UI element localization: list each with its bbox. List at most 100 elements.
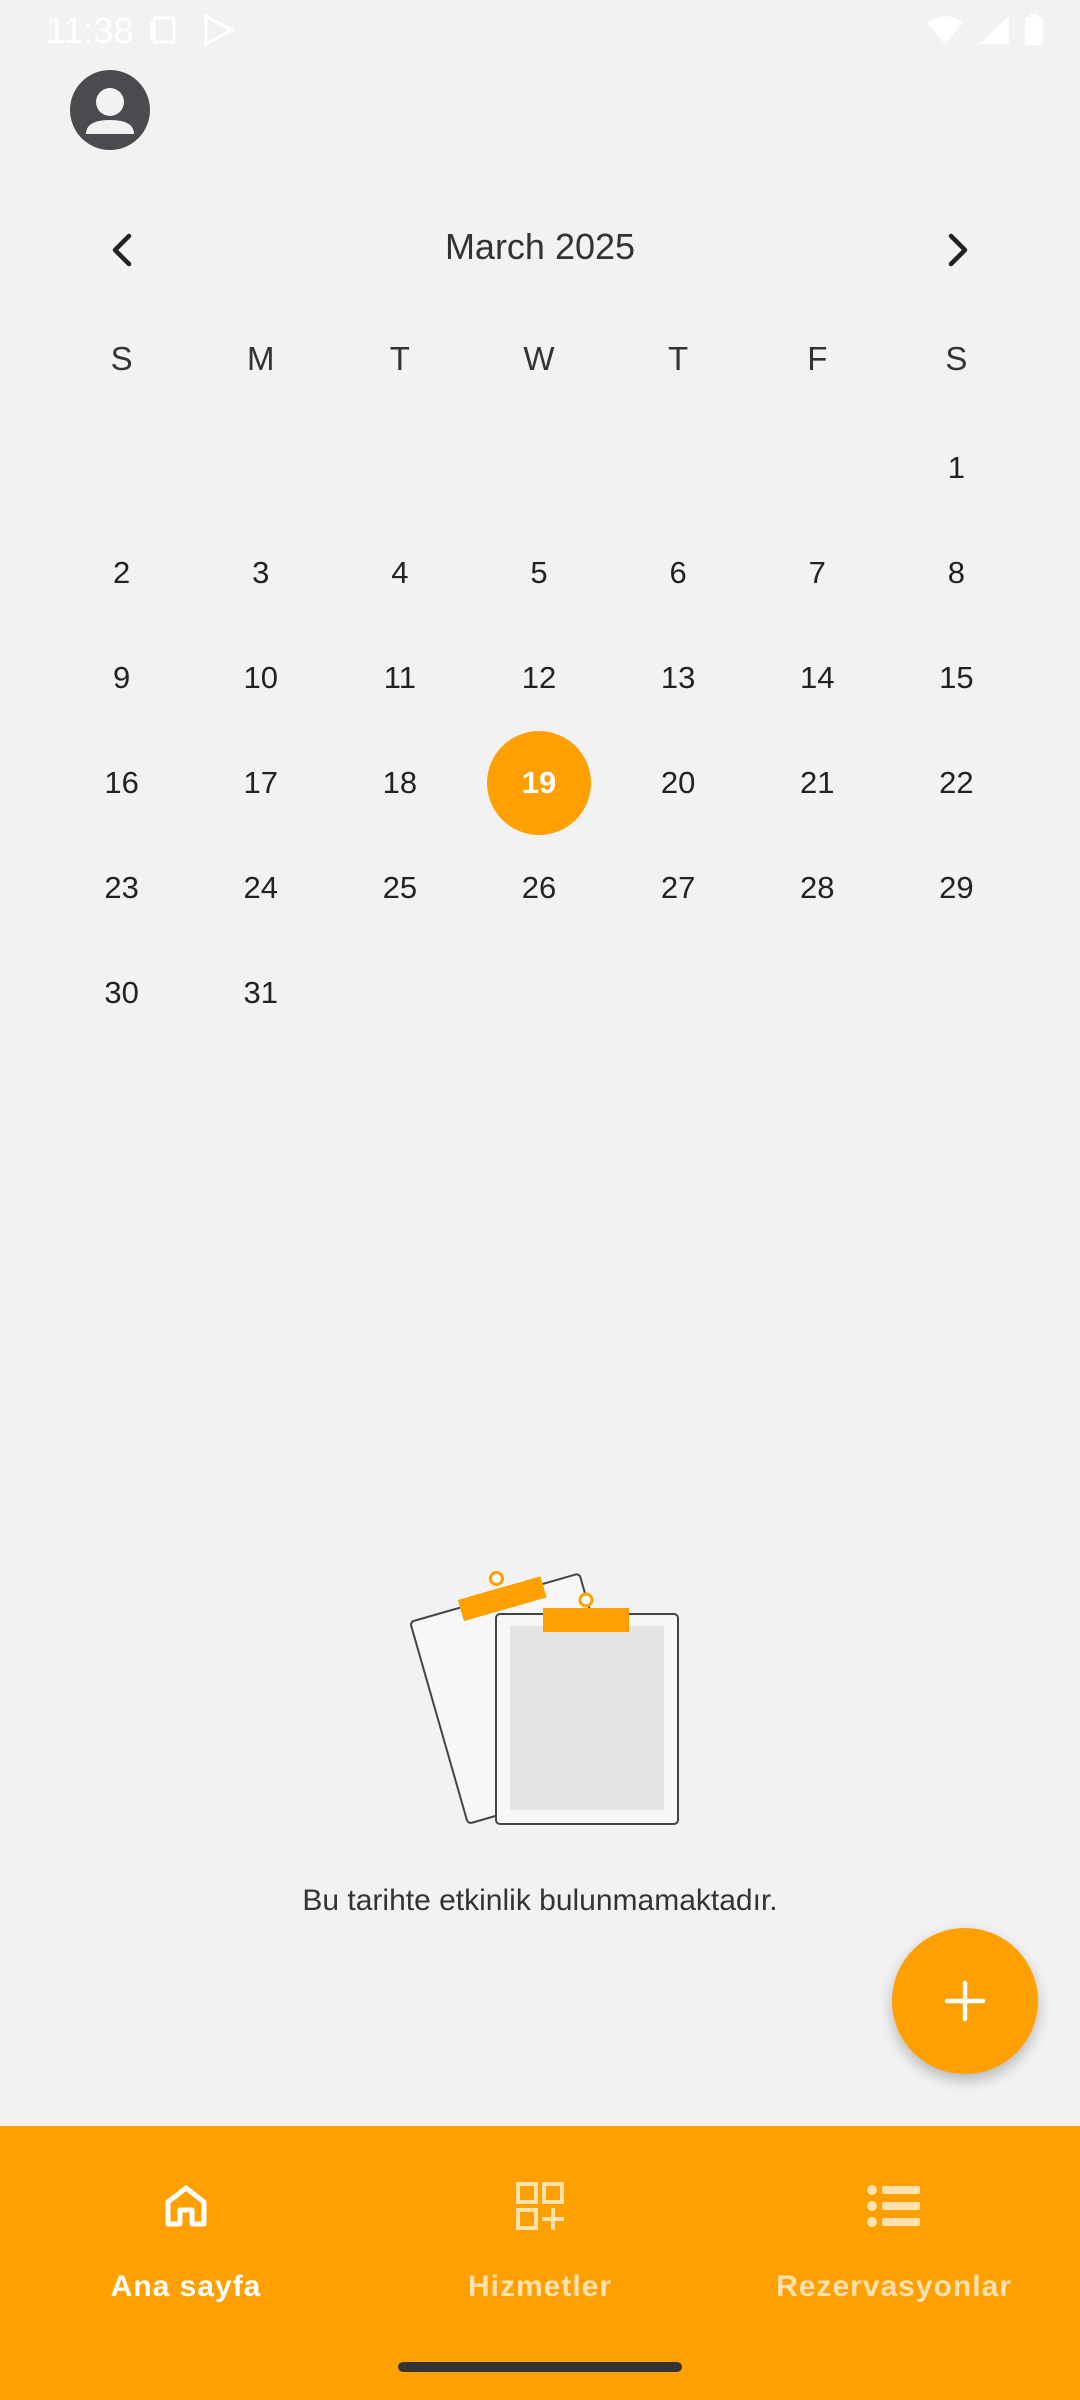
calendar-day-number: 27 [660, 869, 696, 905]
calendar-day-number: 1 [947, 449, 966, 485]
calendar-day-number: 16 [104, 764, 139, 800]
calendar-day-number: 31 [243, 974, 278, 1010]
calendar-day[interactable]: 18 [330, 730, 469, 835]
calendar-day[interactable]: 5 [469, 520, 608, 625]
calendar-day[interactable]: 10 [191, 625, 330, 730]
calendar-day[interactable]: 23 [52, 835, 191, 940]
status-bar: 11:38 [0, 0, 1080, 60]
calendar-day-number: 13 [660, 659, 696, 695]
calendar-day[interactable]: 25 [330, 835, 469, 940]
calendar-day-number: 30 [104, 974, 139, 1010]
empty-clipboard-illustration [410, 1570, 679, 1825]
weekday-label: T [668, 340, 689, 377]
calendar-day-number: 5 [530, 554, 548, 590]
next-month-button[interactable] [928, 220, 988, 280]
calendar-day[interactable]: 3 [191, 520, 330, 625]
calendar-day-number: 4 [391, 554, 409, 590]
weekday-label: M [246, 340, 275, 377]
list-icon [867, 2185, 920, 2227]
screenshot-icon [150, 16, 176, 44]
calendar-day[interactable]: 17 [191, 730, 330, 835]
calendar-day-number: 7 [808, 554, 826, 590]
calendar-day[interactable]: 31 [191, 940, 330, 1045]
weekday-label: F [807, 340, 828, 377]
signal-icon [979, 16, 1009, 44]
calendar-day[interactable]: 30 [52, 940, 191, 1045]
nav-label-services: Hizmetler [467, 2270, 613, 2303]
calendar-day[interactable]: 13 [609, 625, 748, 730]
add-event-button[interactable] [892, 1928, 1038, 2074]
calendar-day-blank [748, 415, 887, 520]
nav-item-services[interactable]: Hizmetler [360, 2174, 720, 2304]
nav-label-reservations: Rezervasyonlar [776, 2270, 1012, 2303]
calendar-day[interactable]: 12 [469, 625, 608, 730]
calendar-day-number: 22 [939, 764, 974, 800]
weekday-label: W [523, 340, 555, 377]
nav-item-home[interactable]: Ana sayfa [6, 2174, 366, 2304]
calendar-day-number: 23 [104, 869, 139, 905]
calendar-day[interactable]: 22 [887, 730, 1026, 835]
calendar-day[interactable]: 28 [748, 835, 887, 940]
calendar-day-number: 8 [947, 554, 966, 590]
calendar-day-number: 2 [112, 554, 131, 590]
calendar-day[interactable]: 2 [52, 520, 191, 625]
calendar-day-blank [469, 415, 608, 520]
calendar-day-number: 18 [382, 764, 418, 800]
calendar-day[interactable]: 8 [887, 520, 1026, 625]
home-icon [165, 2185, 207, 2227]
calendar-day-number: 10 [243, 659, 278, 695]
calendar-day-number: 24 [243, 869, 278, 905]
nav-label-home: Ana sayfa [110, 2270, 262, 2303]
calendar-day[interactable]: 26 [469, 835, 608, 940]
calendar-day-number: 14 [800, 659, 835, 695]
calendar-day-number: 20 [660, 764, 696, 800]
nav-item-reservations[interactable]: Rezervasyonlar [714, 2174, 1074, 2304]
calendar-day[interactable]: 14 [748, 625, 887, 730]
calendar-day[interactable]: 20 [609, 730, 748, 835]
calendar-day[interactable]: 1 [887, 415, 1026, 520]
calendar-day[interactable]: 6 [609, 520, 748, 625]
calendar-day[interactable]: 15 [887, 625, 1026, 730]
wifi-icon [927, 16, 963, 44]
calendar-day-number: 29 [939, 869, 974, 905]
calendar-day[interactable]: 24 [191, 835, 330, 940]
calendar-day-number: 11 [383, 659, 416, 695]
calendar-day-number: 28 [800, 869, 835, 905]
calendar-day[interactable]: 21 [748, 730, 887, 835]
calendar-day-grid: 1 2 3 4 5 6 7 8 9 10 11 12 13 14 15 16 17 18 19 20 21 22 23 24 2… [52, 415, 1026, 1045]
weekday-label: T [389, 340, 410, 377]
calendar-day-blank [609, 415, 748, 520]
calendar-day-number: 15 [939, 659, 974, 695]
calendar-day-number: 21 [800, 764, 835, 800]
weekday-header-row: S M T W T F S [52, 340, 1026, 378]
home-indicator [398, 2362, 682, 2372]
weekday-label: S [945, 340, 968, 377]
calendar-day-selected[interactable]: 19 [469, 730, 608, 835]
calendar-day[interactable]: 11 [330, 625, 469, 730]
calendar-day[interactable]: 9 [52, 625, 191, 730]
calendar-day[interactable]: 29 [887, 835, 1026, 940]
weekday-label: S [110, 340, 133, 377]
calendar-day-number: 17 [243, 764, 278, 800]
month-title: March 2025 [444, 226, 636, 267]
person-icon [86, 88, 134, 134]
calendar-day-number: 25 [382, 869, 418, 905]
calendar-day-number: 12 [521, 659, 557, 695]
calendar-day-blank [52, 415, 191, 520]
battery-icon [1025, 14, 1043, 45]
calendar-day-number: 19 [521, 764, 557, 800]
profile-avatar[interactable] [70, 70, 150, 150]
grid-add-icon [516, 2182, 564, 2230]
calendar-day[interactable]: 27 [609, 835, 748, 940]
calendar-day[interactable]: 16 [52, 730, 191, 835]
calendar-day[interactable]: 4 [330, 520, 469, 625]
calendar-header: March 2025 [0, 210, 1080, 290]
empty-state-message: Bu tarihte etkinlik bulunmamaktadır. [302, 1884, 778, 1917]
calendar-day-number: 3 [252, 554, 270, 590]
calendar-day[interactable]: 7 [748, 520, 887, 625]
calendar-day-number: 9 [112, 659, 131, 695]
play-store-icon [204, 14, 236, 46]
status-time: 11:38 [46, 10, 134, 51]
bottom-navigation: Ana sayfa Hizmetler Rezervasyonlar [0, 2126, 1080, 2400]
calendar-day-number: 26 [521, 869, 557, 905]
